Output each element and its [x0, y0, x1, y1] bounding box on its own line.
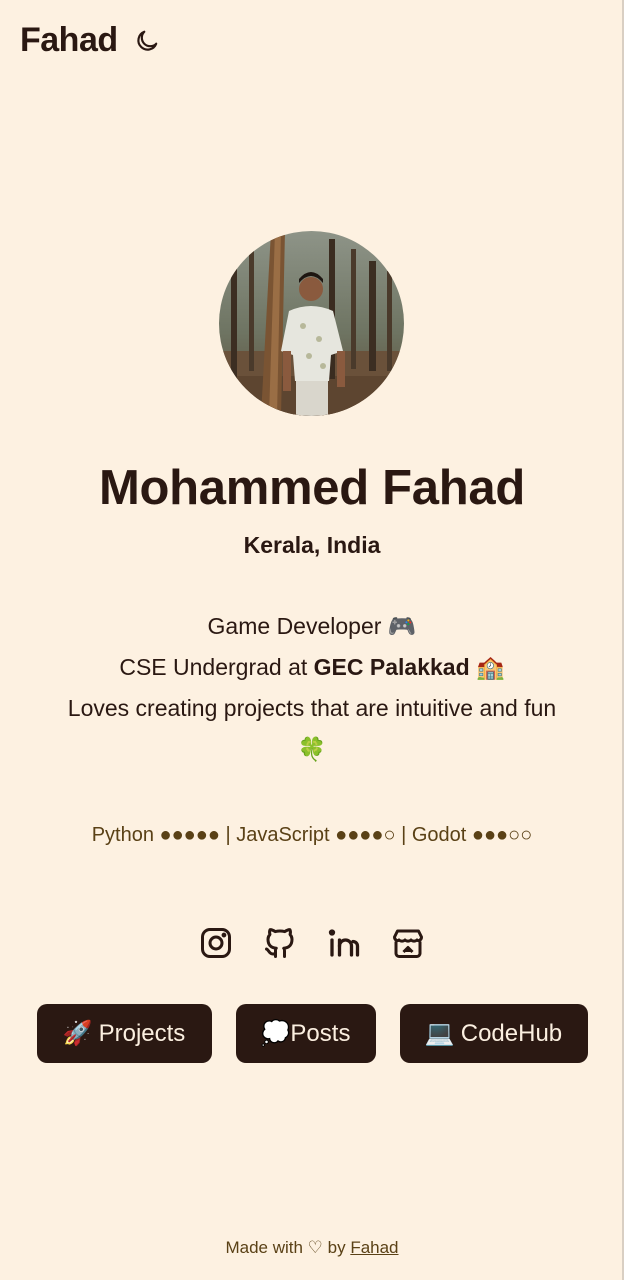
- clover-emoji: 🍀: [297, 736, 327, 762]
- footer: Made with ♡ by Fahad: [0, 1238, 624, 1258]
- posts-button[interactable]: 💭 Posts: [235, 1004, 376, 1063]
- bio-role-text: Game Developer: [207, 613, 382, 639]
- instagram-icon[interactable]: [197, 922, 235, 964]
- brand-title[interactable]: Fahad: [20, 21, 118, 60]
- itchio-icon[interactable]: [389, 922, 427, 964]
- school-emoji: 🏫: [476, 654, 505, 680]
- linkedin-icon[interactable]: [325, 922, 363, 964]
- laptop-emoji: 💻: [424, 1020, 455, 1047]
- header: Fahad: [20, 18, 160, 62]
- posts-label: Posts: [290, 1019, 351, 1047]
- skills-line: Python ●●●●● | JavaScript ●●●●○ | Godot …: [91, 824, 533, 846]
- projects-label: Projects: [98, 1019, 186, 1047]
- footer-text: Made with ♡ by: [225, 1238, 351, 1257]
- gamepad-emoji: 🎮: [387, 613, 417, 639]
- bio-line-role: Game Developer 🎮: [20, 606, 604, 647]
- codehub-label: CodeHub: [460, 1019, 563, 1047]
- profile-name: Mohammed Fahad: [99, 461, 525, 515]
- bio: Game Developer 🎮 CSE Undergrad at GEC Pa…: [20, 606, 604, 770]
- projects-button[interactable]: 🚀 Projects: [36, 1004, 212, 1063]
- college-name: GEC Palakkad: [313, 654, 470, 680]
- profile-photo: [219, 231, 404, 416]
- bio-line-interest: Loves creating projects that are intuiti…: [20, 688, 604, 729]
- nav-buttons: 🚀 Projects 💭 Posts 💻 CodeHub: [0, 1004, 624, 1063]
- footer-author-link[interactable]: Fahad: [350, 1238, 398, 1257]
- profile-location: Kerala, India: [243, 532, 381, 558]
- codehub-button[interactable]: 💻 CodeHub: [399, 1004, 588, 1063]
- rocket-emoji: 🚀: [62, 1020, 93, 1047]
- bio-line-clover: 🍀: [20, 729, 604, 770]
- bio-education-text: CSE Undergrad at: [119, 654, 314, 680]
- thought-bubble-emoji: 💭: [260, 1020, 291, 1047]
- bio-interest-text: Loves creating projects that are intuiti…: [67, 695, 557, 721]
- bio-line-education: CSE Undergrad at GEC Palakkad 🏫: [20, 647, 604, 688]
- github-icon[interactable]: [261, 922, 299, 964]
- social-links: [0, 922, 624, 964]
- moon-icon[interactable]: [134, 28, 160, 54]
